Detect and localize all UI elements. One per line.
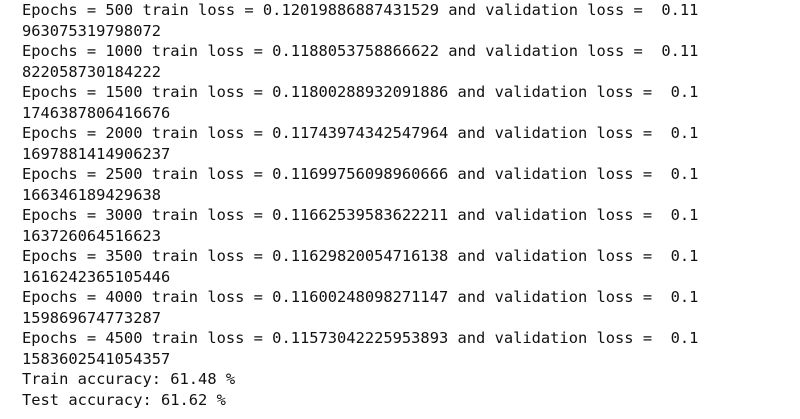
log-line-epoch-3500-cont: 1616242365105446: [22, 267, 171, 286]
log-line-epoch-500-cont: 963075319798072: [22, 21, 161, 40]
log-line-epoch-4500: Epochs = 4500 train loss = 0.11573042225…: [22, 329, 699, 347]
log-line-epoch-2500: Epochs = 2500 train loss = 0.11699756098…: [22, 165, 699, 183]
log-line-epoch-2000-cont: 1697881414906237: [22, 144, 171, 163]
console-output: Epochs = 500 train loss = 0.120198868874…: [22, 0, 792, 410]
log-line-epoch-1000: Epochs = 1000 train loss = 0.11880537588…: [22, 42, 699, 60]
log-line-epoch-1500: Epochs = 1500 train loss = 0.11800288932…: [22, 83, 699, 101]
log-line-epoch-3000: Epochs = 3000 train loss = 0.11662539583…: [22, 206, 699, 224]
log-line-epoch-2500-cont: 166346189429638: [22, 185, 161, 204]
test-accuracy: Test accuracy: 61.62 %: [22, 390, 226, 409]
log-line-epoch-1500-cont: 1746387806416676: [22, 103, 171, 122]
log-line-epoch-4500-cont: 1583602541054357: [22, 349, 171, 368]
log-line-epoch-4000: Epochs = 4000 train loss = 0.11600248098…: [22, 288, 699, 306]
log-line-epoch-3000-cont: 163726064516623: [22, 226, 161, 245]
train-accuracy: Train accuracy: 61.48 %: [22, 370, 236, 388]
log-line-epoch-500: Epochs = 500 train loss = 0.120198868874…: [22, 1, 699, 19]
log-line-epoch-4000-cont: 159869674773287: [22, 308, 161, 327]
log-line-epoch-1000-cont: 822058730184222: [22, 62, 161, 81]
log-line-epoch-3500: Epochs = 3500 train loss = 0.11629820054…: [22, 247, 699, 265]
log-line-epoch-2000: Epochs = 2000 train loss = 0.11743974342…: [22, 124, 699, 142]
